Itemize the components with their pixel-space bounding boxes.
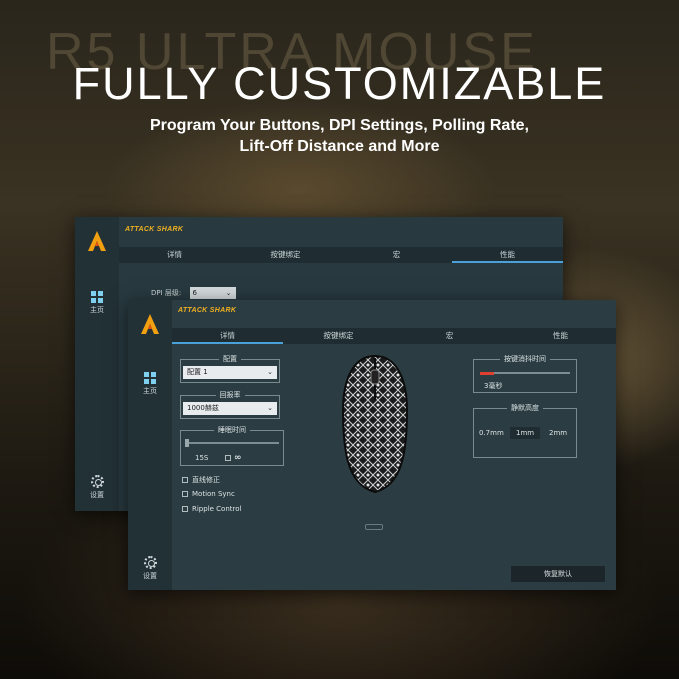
debounce-slider-fill	[480, 371, 494, 375]
tab-details[interactable]: 详情	[172, 328, 283, 344]
tab-bar: 详情 按键绑定 宏 性能	[119, 247, 563, 263]
sleep-time-slider-handle[interactable]	[185, 439, 189, 447]
polling-rate-title: 回报率	[181, 390, 279, 400]
sidebar-item-home[interactable]: 主页	[128, 372, 172, 396]
home-grid-icon	[91, 291, 103, 303]
lod-option-1mm[interactable]: 1mm	[510, 427, 541, 439]
sidebar-item-home-label: 主页	[90, 306, 104, 314]
chevron-down-icon: ⌄	[267, 404, 273, 412]
mouse-image	[341, 354, 409, 494]
config-title: 配置	[181, 354, 279, 364]
tab-performance[interactable]: 性能	[505, 328, 616, 344]
debounce-slider[interactable]	[480, 372, 570, 374]
tab-details[interactable]: 详情	[119, 247, 230, 263]
subheadline-line-1: Program Your Buttons, DPI Settings, Poll…	[150, 117, 529, 134]
lod-option-0-7mm[interactable]: 0.7mm	[479, 429, 504, 437]
sidebar-item-settings-label: 设置	[90, 491, 104, 499]
lift-off-distance-title: 静默高度	[474, 403, 576, 413]
sidebar-item-settings-label: 设置	[143, 572, 157, 580]
polling-rate-panel: 回报率 1000赫兹 ⌄	[180, 391, 280, 419]
angle-snapping-option[interactable]: 直线修正	[182, 475, 220, 485]
home-grid-icon	[144, 372, 156, 384]
debounce-panel: 按键消抖时间 3毫秒	[473, 355, 577, 393]
sleep-time-value: 15S	[195, 454, 209, 462]
brand-logo-icon	[141, 314, 159, 334]
sidebar: 主页 设置	[128, 300, 172, 590]
tab-performance[interactable]: 性能	[452, 247, 563, 263]
headline: FULLY CUSTOMIZABLE	[72, 58, 607, 109]
chevron-down-icon: ⌄	[225, 289, 232, 297]
sidebar: 主页 设置	[75, 217, 119, 511]
debounce-title: 按键消抖时间	[474, 354, 576, 364]
angle-snapping-label: 直线修正	[192, 476, 220, 484]
sidebar-item-settings[interactable]: 设置	[75, 475, 119, 500]
gear-icon	[143, 556, 157, 569]
ripple-control-checkbox[interactable]	[182, 506, 188, 512]
connector-icon	[365, 524, 383, 530]
config-value: 配置 1	[187, 368, 208, 376]
angle-snapping-checkbox[interactable]	[182, 477, 188, 483]
lift-off-distance-panel: 静默高度 0.7mm 1mm 2mm	[473, 404, 577, 458]
motion-sync-checkbox[interactable]	[182, 491, 188, 497]
sidebar-item-home-label: 主页	[143, 387, 157, 395]
sleep-time-panel: 睡眠时间 15S ∞	[180, 426, 284, 466]
tab-key-binding[interactable]: 按键绑定	[283, 328, 394, 344]
sleep-infinite-checkbox[interactable]	[225, 455, 231, 461]
tab-macro[interactable]: 宏	[341, 247, 452, 263]
config-panel: 配置 配置 1 ⌄	[180, 355, 280, 383]
sleep-time-title: 睡眠时间	[181, 425, 283, 435]
infinity-icon: ∞	[234, 453, 242, 463]
dpi-level-select[interactable]: 6 ⌄	[189, 287, 236, 299]
brand-name: ATTACK SHARK	[125, 226, 184, 233]
sidebar-item-home[interactable]: 主页	[75, 291, 119, 315]
brand-name: ATTACK SHARK	[178, 307, 237, 314]
front-app-window: 主页 设置 ATTACK SHARK 详情 按键绑定 宏 性能 配置 配置 1 …	[128, 300, 616, 590]
tab-key-binding[interactable]: 按键绑定	[230, 247, 341, 263]
chevron-down-icon: ⌄	[267, 368, 273, 376]
ripple-control-option[interactable]: Ripple Control	[182, 505, 241, 513]
restore-defaults-button[interactable]: 恢复默认	[511, 566, 605, 582]
ripple-control-label: Ripple Control	[192, 505, 242, 513]
config-select[interactable]: 配置 1 ⌄	[183, 366, 277, 379]
tab-bar: 详情 按键绑定 宏 性能	[172, 328, 616, 344]
sleep-infinite-option[interactable]: ∞	[225, 453, 242, 463]
dpi-level-label: DPI 层级:	[151, 289, 182, 297]
lod-option-2mm[interactable]: 2mm	[549, 429, 567, 437]
polling-rate-value: 1000赫兹	[187, 404, 219, 412]
motion-sync-option[interactable]: Motion Sync	[182, 490, 235, 498]
brand-logo-icon	[88, 231, 106, 251]
sleep-time-slider[interactable]	[185, 442, 279, 444]
subheadline-line-2: Lift-Off Distance and More	[239, 138, 440, 155]
polling-rate-select[interactable]: 1000赫兹 ⌄	[183, 402, 277, 415]
debounce-value: 3毫秒	[484, 382, 503, 390]
dpi-level-row: DPI 层级: 6 ⌄	[151, 287, 236, 299]
sidebar-item-settings[interactable]: 设置	[128, 556, 172, 581]
gear-icon	[90, 475, 104, 488]
motion-sync-label: Motion Sync	[192, 490, 235, 498]
dpi-level-value: 6	[192, 289, 197, 297]
tab-macro[interactable]: 宏	[394, 328, 505, 344]
